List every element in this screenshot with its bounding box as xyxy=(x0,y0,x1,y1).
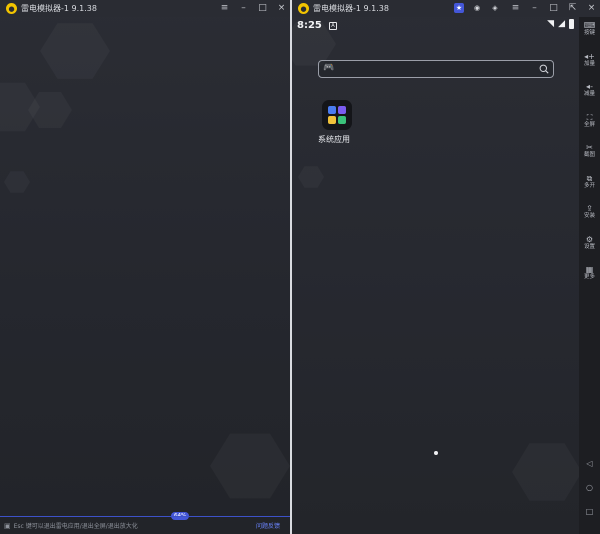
window-controls: ≡ – □ × xyxy=(220,0,286,17)
sidebar-item-volume-down[interactable]: ◂- 减量 xyxy=(579,82,600,98)
system-status-icons: ◥ ◢ xyxy=(547,19,574,29)
folder-icon xyxy=(322,100,352,130)
sidebar-item-volume-up[interactable]: ◂+ 加量 xyxy=(579,52,600,68)
fullscreen-icon: ⛶ xyxy=(586,112,593,122)
emulator-window-left: ● 雷电模拟器-1 9.1.38 ≡ – □ × 64% ▣ Esc 键可以退出… xyxy=(0,0,290,534)
maximize-button[interactable]: □ xyxy=(549,0,558,17)
sidebar-item-label: 减量 xyxy=(583,91,595,97)
desktop: ● 雷电模拟器-1 9.1.38 ≡ – □ × 64% ▣ Esc 键可以退出… xyxy=(0,0,600,534)
decor-hex xyxy=(28,92,72,128)
sidebar-item-keyboard[interactable]: ⌨ 按键 xyxy=(579,21,600,37)
settings-icon: ⚙ xyxy=(585,234,594,244)
menu-icon[interactable]: ≡ xyxy=(511,0,520,17)
titlebar-tools: ★ ◉ ◈ xyxy=(454,3,500,13)
info-icon: ▣ xyxy=(4,521,11,530)
emulator-window-right: ● 雷电模拟器-1 9.1.38 ★ ◉ ◈ ≡ – □ ⇱ × 8:25 A … xyxy=(292,0,600,534)
back-icon[interactable]: ◁ xyxy=(579,459,600,468)
title-bar: ● 雷电模拟器-1 9.1.38 ★ ◉ ◈ ≡ – □ ⇱ × xyxy=(292,0,600,17)
page-indicator xyxy=(434,451,438,455)
emulator-sidebar: ⌨ 按键 ◂+ 加量 ◂- 减量 ⛶ 全屏 ✂ 截图 ⧉ 多开 ⇪ 安装 ⚙ 设置 ▦ 更多 ◁ ○ □ xyxy=(579,17,600,534)
volume-down-icon: ◂- xyxy=(586,82,593,91)
sidebar-item-label: 全屏 xyxy=(583,121,595,128)
app-logo-icon: ● xyxy=(298,3,309,14)
sidebar-item-label: 设置 xyxy=(583,243,595,250)
sidebar-item-label: 按键 xyxy=(583,30,595,36)
status-clock: 8:25 xyxy=(297,20,322,31)
close-button[interactable]: × xyxy=(587,0,596,17)
app-logo-icon: ● xyxy=(6,3,17,14)
sidebar-item-label: 安装 xyxy=(583,213,595,219)
sidebar-item-screenshot[interactable]: ✂ 截图 xyxy=(579,143,600,159)
sidebar-item-install[interactable]: ⇪ 安装 xyxy=(579,204,600,220)
feedback-link[interactable]: 问题反馈 xyxy=(256,521,280,530)
close-button[interactable]: × xyxy=(277,0,286,17)
home-icon[interactable]: ○ xyxy=(579,483,600,492)
minimize-button[interactable]: – xyxy=(239,0,248,17)
window-title: 雷电模拟器-1 9.1.38 xyxy=(21,4,97,13)
multi-instance-icon: ⧉ xyxy=(586,173,593,183)
sidebar-item-settings[interactable]: ⚙ 设置 xyxy=(579,235,600,251)
battery-icon xyxy=(569,19,574,29)
folder-app-icon xyxy=(338,116,346,124)
sidebar-item-label: 截图 xyxy=(583,152,595,158)
status-bar: ▣ Esc 键可以退出雷电应用/退出全屏/退出放大化 问题反馈 xyxy=(0,516,290,534)
sidebar-item-more[interactable]: ▦ 更多 xyxy=(579,265,600,281)
search-icon[interactable] xyxy=(539,64,549,74)
sidebar-item-multi-instance[interactable]: ⧉ 多开 xyxy=(579,174,600,190)
folder-app-icon xyxy=(328,106,336,114)
decor-hex xyxy=(4,171,30,193)
user-icon[interactable]: ◉ xyxy=(472,3,482,13)
wifi-icon: ◥ xyxy=(547,19,555,29)
folder-app-icon xyxy=(338,106,346,114)
install-icon: ⇪ xyxy=(586,204,593,213)
android-screen: 8:25 A ◥ ◢ 🎮 系统应用 xyxy=(292,17,579,534)
gamepad-icon: 🎮 xyxy=(323,63,335,73)
folder-label: 系统应用 xyxy=(318,135,350,144)
notification-icon: A xyxy=(329,22,337,30)
expand-button[interactable]: ⇱ xyxy=(568,0,577,17)
volume-up-icon: ◂+ xyxy=(584,51,595,61)
search-bar[interactable]: 🎮 xyxy=(318,60,554,78)
sidebar-item-label: 更多 xyxy=(583,274,595,280)
more-icon: ▦ xyxy=(585,265,594,274)
tool-icon[interactable]: ★ xyxy=(454,3,464,13)
title-bar: ● 雷电模拟器-1 9.1.38 ≡ – □ × xyxy=(0,0,290,17)
menu-icon[interactable]: ≡ xyxy=(220,0,229,17)
window-title: 雷电模拟器-1 9.1.38 xyxy=(313,4,389,13)
sidebar-item-label: 加量 xyxy=(583,60,595,67)
maximize-button[interactable]: □ xyxy=(258,0,267,17)
status-message: Esc 键可以退出雷电应用/退出全屏/退出放大化 xyxy=(13,523,138,530)
screenshot-icon: ✂ xyxy=(586,143,593,152)
search-input[interactable] xyxy=(337,62,527,76)
decor-hex xyxy=(40,23,110,79)
folder-app-icon xyxy=(328,116,336,124)
signal-icon: ◢ xyxy=(558,19,565,29)
app-folder-system-apps[interactable]: 系统应用 xyxy=(318,100,354,145)
recents-icon[interactable]: □ xyxy=(579,507,600,516)
gamepad-icon[interactable]: ◈ xyxy=(490,3,500,13)
decor-hex xyxy=(210,434,290,499)
sidebar-item-label: 多开 xyxy=(583,182,595,189)
window-controls: ≡ – □ ⇱ × xyxy=(511,0,596,17)
minimize-button[interactable]: – xyxy=(530,0,539,17)
keyboard-icon: ⌨ xyxy=(583,21,596,30)
sidebar-item-fullscreen[interactable]: ⛶ 全屏 xyxy=(579,113,600,129)
